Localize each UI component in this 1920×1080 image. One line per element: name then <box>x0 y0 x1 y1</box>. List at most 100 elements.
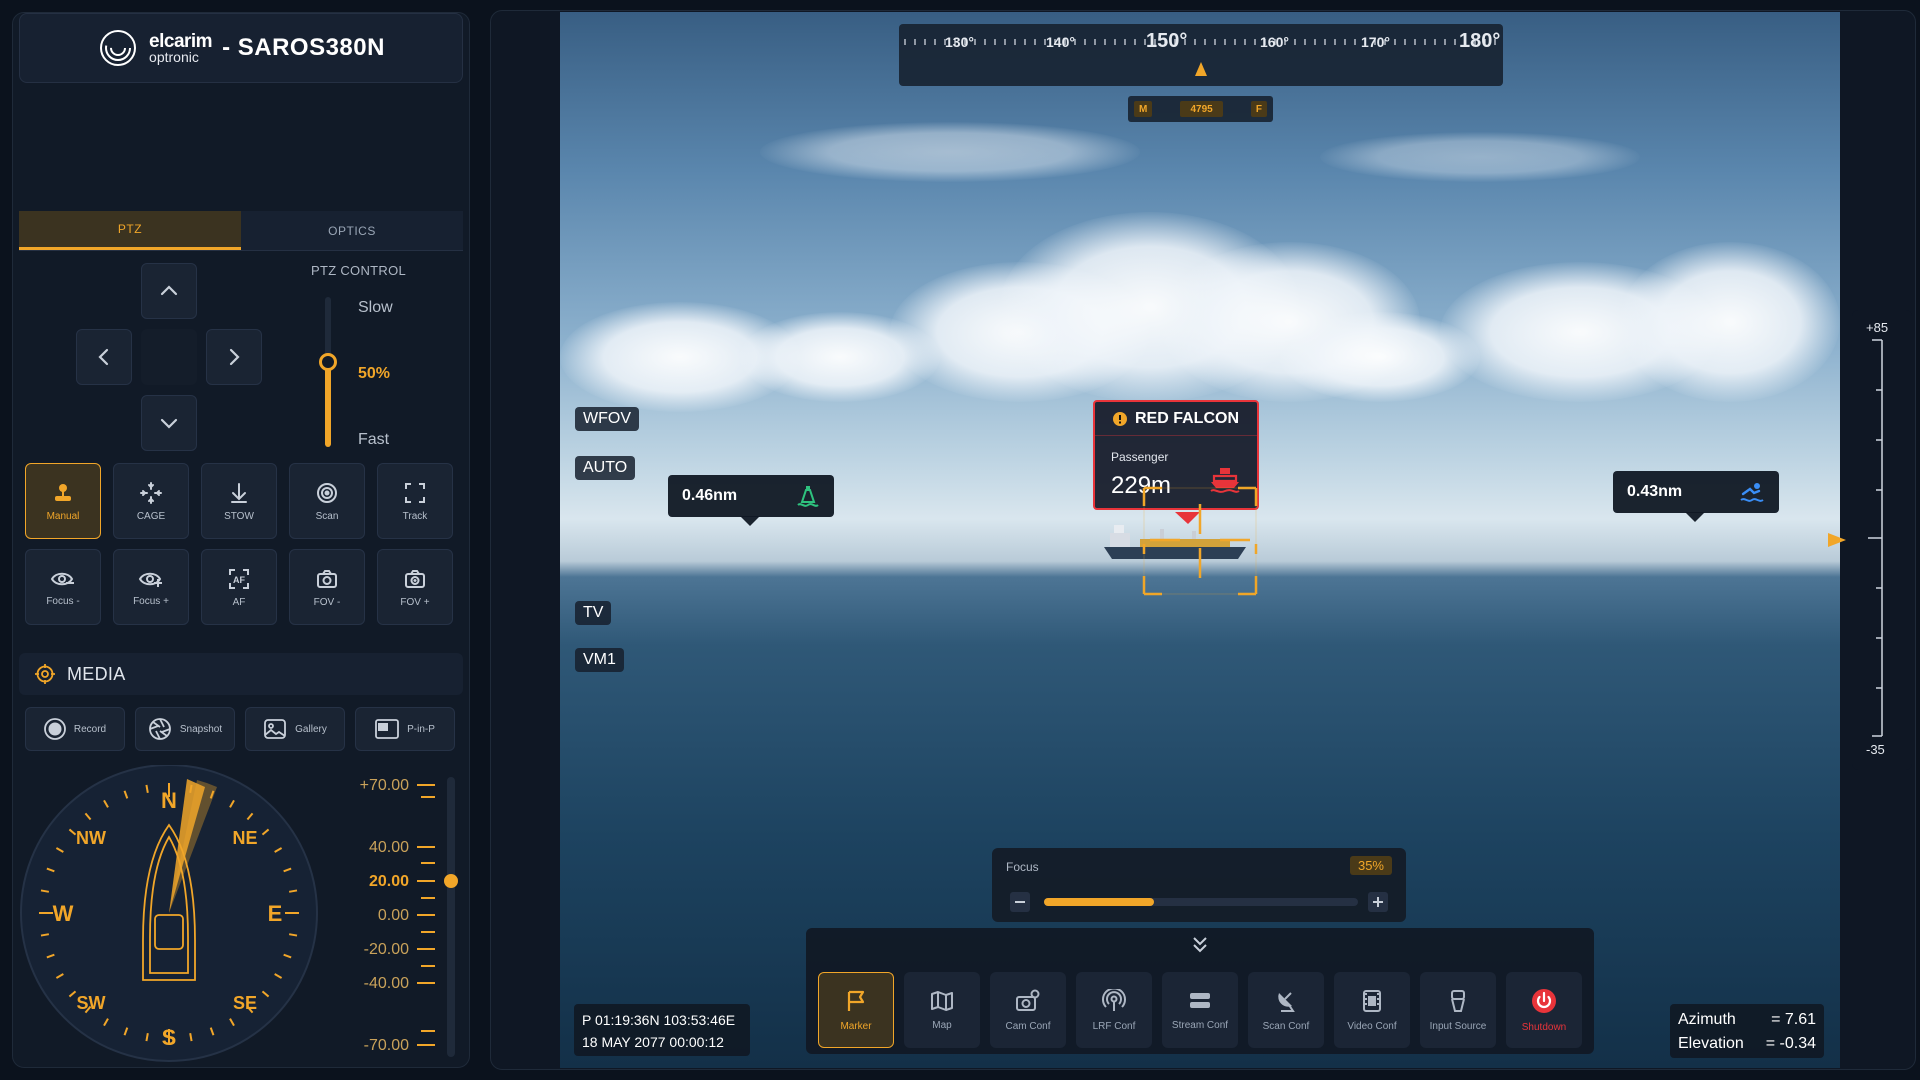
stream-conf-button[interactable]: Stream Conf <box>1162 972 1238 1048</box>
snapshot-button[interactable]: Snapshot <box>135 707 235 751</box>
elevation-bottom-label: -35 <box>1866 742 1885 757</box>
pitch-indicator-handle[interactable] <box>444 874 458 888</box>
marker-label: Marker <box>840 1020 872 1032</box>
focus-minus-label: Focus - <box>46 595 80 607</box>
gallery-button[interactable]: Gallery <box>245 707 345 751</box>
pitch-label-40: 40.00 <box>368 839 409 856</box>
tab-ptz[interactable]: PTZ <box>19 211 241 250</box>
track-label: Track <box>402 510 428 522</box>
chevron-right-icon <box>229 348 240 366</box>
track-frame-icon <box>405 482 425 503</box>
joystick-icon <box>55 483 71 501</box>
warning-icon <box>1113 411 1127 426</box>
focus-minus-button[interactable]: Focus - <box>25 549 101 625</box>
focus-increase-button[interactable] <box>1368 892 1388 912</box>
map-label: Map <box>932 1019 952 1031</box>
record-button[interactable]: Record <box>25 707 125 751</box>
vm1-tag[interactable]: VM1 <box>575 648 624 672</box>
aperture-icon <box>148 718 171 740</box>
auto-tag[interactable]: AUTO <box>575 456 636 480</box>
logo-line2: optronic <box>149 49 199 65</box>
pitch-scale-bar[interactable] <box>417 773 463 1063</box>
pan-down-button[interactable] <box>141 395 197 451</box>
focus-label: Focus <box>1006 860 1039 874</box>
cage-label: CAGE <box>136 510 166 522</box>
swimmer-icon <box>1740 483 1764 502</box>
focus-plus-button[interactable]: Focus + <box>113 549 189 625</box>
lrf-conf-button[interactable]: LRF Conf <box>1076 972 1152 1048</box>
pitch-label-minus20: -20.00 <box>363 941 409 958</box>
speed-slider-handle[interactable] <box>319 353 337 371</box>
focus-value-badge: 35% <box>1349 856 1392 875</box>
video-conf-button[interactable]: Video Conf <box>1334 972 1410 1048</box>
scan-icon <box>317 482 337 503</box>
stow-down-arrow-icon <box>231 482 247 503</box>
control-panel: elcarim optronic - SAROS380N PTZ OPTICS … <box>12 12 470 1068</box>
gallery-icon <box>264 719 287 739</box>
heading-label-160: 160° <box>1260 34 1289 50</box>
fov-minus-icon <box>317 569 337 588</box>
compass-tick <box>145 1032 149 1042</box>
pip-label: P-in-P <box>407 723 435 735</box>
radar-dish-icon <box>1278 991 1295 1012</box>
pan-right-button[interactable] <box>206 329 262 385</box>
pan-left-button[interactable] <box>76 329 132 385</box>
shutdown-button[interactable]: Shutdown <box>1506 972 1582 1048</box>
compass-tick <box>189 1032 193 1042</box>
film-icon <box>1363 989 1381 1012</box>
pan-center-pad <box>141 329 197 385</box>
focus-plus-icon <box>138 572 162 587</box>
cage-button[interactable]: CAGE <box>113 463 189 539</box>
fov-minus-button[interactable]: FOV - <box>289 549 365 625</box>
track-button[interactable]: Track <box>377 463 453 539</box>
record-icon <box>43 718 66 740</box>
marker-button[interactable]: Marker <box>818 972 894 1048</box>
pip-button[interactable]: P-in-P <box>355 707 455 751</box>
input-source-button[interactable]: Input Source <box>1420 972 1496 1048</box>
manual-button[interactable]: Manual <box>25 463 101 539</box>
elevation-label: Elevation <box>1678 1035 1744 1052</box>
compass-tick <box>288 933 298 937</box>
pitch-label-0: 0.00 <box>377 907 409 924</box>
pan-up-button[interactable] <box>141 263 197 319</box>
elevation-pointer <box>1828 533 1846 547</box>
autofocus-label: AF <box>232 596 246 608</box>
focus-slider-fill <box>1044 898 1154 906</box>
media-title: MEDIA <box>67 663 126 684</box>
pitch-label-minus40: -40.00 <box>363 975 409 992</box>
fov-plus-button[interactable]: FOV + <box>377 549 453 625</box>
camera-settings-icon <box>1016 989 1040 1011</box>
collapse-chevron-icon[interactable] <box>1192 936 1208 954</box>
map-button[interactable]: Map <box>904 972 980 1048</box>
range-marker-left[interactable]: 0.46nm <box>668 475 834 526</box>
autofocus-icon: AF <box>229 568 249 589</box>
heading-label-150: 150° <box>1146 30 1188 52</box>
stow-button[interactable]: STOW <box>201 463 277 539</box>
tv-tag[interactable]: TV <box>575 601 612 625</box>
azimuth-label: Azimuth <box>1678 1011 1736 1028</box>
cam-conf-button[interactable]: Cam Conf <box>990 972 1066 1048</box>
range-left-value: 0.46nm <box>682 487 738 504</box>
device-model-title: - SAROS380N <box>222 34 385 61</box>
scan-conf-button[interactable]: Scan Conf <box>1248 972 1324 1048</box>
input-source-label: Input Source <box>1429 1020 1487 1032</box>
heading-label-130: 130° <box>945 34 974 50</box>
tab-bar: PTZ OPTICS <box>19 211 463 251</box>
speed-value: 50% <box>358 365 391 382</box>
tab-optics[interactable]: OPTICS <box>241 211 463 250</box>
elevation-scale: +85 -35 <box>1852 310 1912 770</box>
focus-slider-track[interactable] <box>1044 898 1358 906</box>
snapshot-label: Snapshot <box>179 723 223 735</box>
speed-fast-label: Fast <box>358 431 390 448</box>
stream-conf-label: Stream Conf <box>1171 1019 1229 1031</box>
media-section-header: MEDIA <box>19 653 463 695</box>
autofocus-button[interactable]: AF AF <box>201 549 277 625</box>
gallery-label: Gallery <box>295 723 327 735</box>
wfov-tag[interactable]: WFOV <box>575 407 639 431</box>
scan-button[interactable]: Scan <box>289 463 365 539</box>
focus-decrease-button[interactable] <box>1010 892 1030 912</box>
compass-s: S <box>162 1025 177 1050</box>
focus-minus-icon <box>50 572 74 585</box>
compass-rose: N NE E SE S SW W NW <box>20 765 318 1062</box>
range-marker-right[interactable]: 0.43nm <box>1613 471 1779 522</box>
